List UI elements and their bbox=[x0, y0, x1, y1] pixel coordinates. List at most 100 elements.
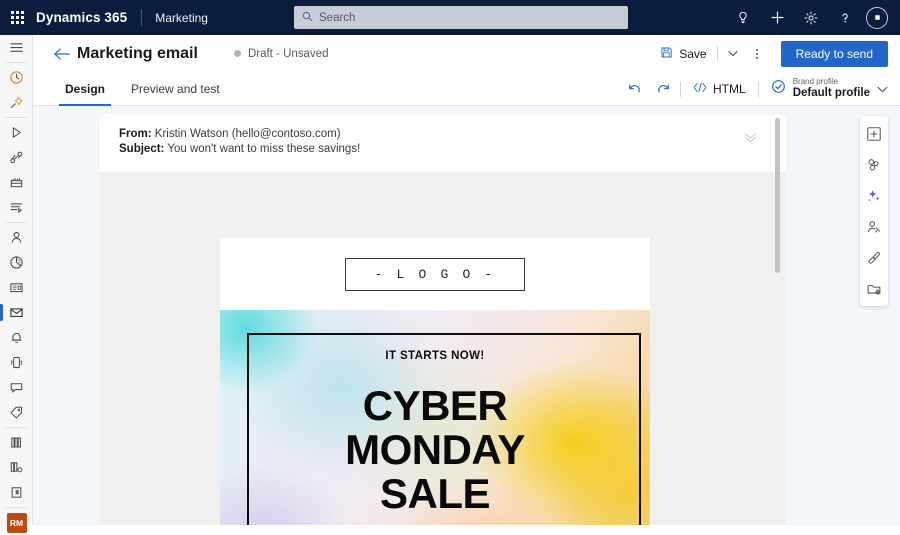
email-preview-body: - L O G O - IT STARTS NOW! CYBER MONDAY … bbox=[100, 172, 786, 525]
personalization-icon[interactable] bbox=[862, 215, 886, 238]
from-label: From: bbox=[119, 128, 152, 140]
ready-to-send-button[interactable]: Ready to send bbox=[780, 40, 888, 67]
brand-profile-chevron-down-icon[interactable] bbox=[877, 80, 888, 98]
left-nav-rail: RM bbox=[0, 35, 33, 533]
email-document[interactable]: - L O G O - IT STARTS NOW! CYBER MONDAY … bbox=[220, 238, 650, 525]
brand-profile-text: Brand profile Default profile bbox=[793, 78, 870, 99]
status-label: Draft - Unsaved bbox=[247, 47, 329, 60]
add-icon[interactable] bbox=[760, 0, 794, 35]
subject-value[interactable]: You won't want to miss these savings! bbox=[167, 143, 360, 155]
email-subject-line: Subject: You won't want to miss these sa… bbox=[119, 142, 786, 157]
email-from-line: From: Kristin Watson (hello@contoso.com) bbox=[119, 127, 786, 142]
sidebar-item-assets[interactable] bbox=[0, 170, 33, 195]
sidebar-item-journeys[interactable] bbox=[0, 120, 33, 145]
app-name-label[interactable]: Marketing bbox=[155, 11, 208, 25]
html-button[interactable]: HTML bbox=[684, 75, 755, 103]
expand-double-chevron-icon[interactable] bbox=[744, 132, 757, 146]
save-disk-icon bbox=[660, 46, 673, 61]
sidebar-item-push[interactable] bbox=[0, 325, 33, 350]
rail-avatar-initials: RM bbox=[6, 512, 27, 533]
save-divider bbox=[716, 46, 718, 61]
undo-icon[interactable] bbox=[621, 75, 649, 103]
sidebar-item-pinned[interactable] bbox=[0, 90, 33, 115]
hero-title-line-1: CYBER bbox=[362, 382, 508, 429]
sidebar-item-recent[interactable] bbox=[0, 65, 33, 90]
ai-sparkle-icon[interactable] bbox=[862, 184, 886, 207]
tab-preview-and-test[interactable]: Preview and test bbox=[125, 72, 226, 106]
search-icon bbox=[302, 11, 313, 25]
brand-profile-label: Brand profile bbox=[792, 77, 839, 87]
code-brackets-icon bbox=[693, 82, 707, 96]
command-bar: Marketing email Draft - Unsaved Save Rea… bbox=[33, 35, 900, 72]
suite-bar-actions bbox=[726, 0, 894, 35]
email-scrollbar-thumb[interactable] bbox=[775, 118, 780, 273]
sidebar-item-sms[interactable] bbox=[0, 350, 33, 375]
sidebar-item-forms[interactable] bbox=[0, 275, 33, 300]
hero-title-line-3: SALE bbox=[379, 470, 491, 518]
lightbulb-icon[interactable] bbox=[726, 0, 760, 35]
rail-divider-1 bbox=[5, 62, 27, 63]
app-launcher-waffle-icon[interactable] bbox=[0, 0, 34, 35]
email-logo-block[interactable]: - L O G O - bbox=[220, 238, 650, 310]
rail-divider-4 bbox=[5, 427, 27, 428]
save-chevron-down-icon[interactable] bbox=[721, 49, 745, 59]
help-icon[interactable] bbox=[828, 0, 862, 35]
editor-canvas: From: Kristin Watson (hello@contoso.com)… bbox=[33, 106, 900, 525]
brand-check-icon bbox=[771, 79, 786, 99]
hero-text-group: IT STARTS NOW! CYBER MONDAY SALE bbox=[220, 350, 650, 516]
search-placeholder: Search bbox=[319, 11, 356, 24]
brand-profile-value: Default profile bbox=[792, 87, 870, 100]
tab-design[interactable]: Design bbox=[59, 72, 112, 106]
sidebar-item-messages[interactable] bbox=[0, 375, 33, 400]
brand-title[interactable]: Dynamics 365 bbox=[36, 10, 127, 25]
more-commands-button[interactable] bbox=[745, 40, 769, 68]
toolbar-divider-2 bbox=[757, 81, 759, 97]
sidebar-item-library[interactable] bbox=[0, 430, 33, 455]
email-meta-header: From: Kristin Watson (hello@contoso.com)… bbox=[100, 115, 786, 172]
save-button[interactable]: Save bbox=[653, 40, 713, 68]
html-label: HTML bbox=[713, 82, 746, 96]
command-bar-actions: Save Ready to send bbox=[653, 35, 892, 72]
hero-kicker-text: IT STARTS NOW! bbox=[385, 350, 485, 362]
search-input[interactable]: Search bbox=[294, 6, 628, 29]
hero-title-line-2: MONDAY bbox=[345, 426, 525, 474]
email-scrollbar-track[interactable] bbox=[773, 115, 783, 525]
rail-divider-3 bbox=[5, 222, 27, 223]
page-title: Marketing email bbox=[77, 44, 198, 62]
brand-divider bbox=[141, 9, 143, 26]
email-logo-text: - L O G O - bbox=[345, 257, 525, 291]
sidebar-item-triggers[interactable] bbox=[0, 145, 33, 170]
sidebar-item-customers[interactable] bbox=[0, 225, 33, 250]
rail-divider-5 bbox=[5, 507, 27, 508]
brush-styles-icon[interactable] bbox=[862, 246, 886, 269]
sidebar-item-segments[interactable] bbox=[0, 195, 33, 220]
email-editor-shell: From: Kristin Watson (hello@contoso.com)… bbox=[100, 115, 786, 525]
sidebar-item-clipboard[interactable] bbox=[0, 480, 33, 505]
sidebar-item-emails[interactable] bbox=[0, 300, 33, 325]
redo-icon[interactable] bbox=[649, 75, 677, 103]
status-badge: Draft - Unsaved bbox=[233, 47, 329, 60]
rail-user-avatar[interactable]: RM bbox=[0, 510, 33, 535]
hero-title-text: CYBER MONDAY SALE bbox=[220, 382, 650, 518]
from-value[interactable]: Kristin Watson (hello@contoso.com) bbox=[155, 128, 341, 140]
editor-toolbar: Design Preview and test HTML Brand profi… bbox=[33, 72, 900, 106]
add-element-icon[interactable] bbox=[862, 122, 886, 145]
subject-label: Subject: bbox=[119, 142, 165, 155]
status-dot-icon bbox=[233, 50, 241, 57]
layout-blocks-icon[interactable] bbox=[862, 153, 886, 176]
assets-library-icon[interactable] bbox=[862, 277, 886, 300]
suite-bar: Dynamics 365 Marketing Search bbox=[0, 0, 900, 35]
email-hero-banner[interactable]: IT STARTS NOW! CYBER MONDAY SALE bbox=[220, 310, 650, 525]
sidebar-item-tags[interactable] bbox=[0, 400, 33, 425]
settings-gear-icon[interactable] bbox=[794, 0, 828, 35]
sidebar-item-templates[interactable] bbox=[0, 455, 33, 480]
rail-divider-2 bbox=[5, 117, 27, 118]
brand-profile-selector[interactable]: Brand profile Default profile bbox=[762, 74, 892, 104]
toolbar-actions: HTML Brand profile Default profile bbox=[621, 72, 892, 106]
toolbar-divider-1 bbox=[680, 81, 682, 97]
user-avatar[interactable] bbox=[866, 6, 888, 29]
save-label: Save bbox=[679, 46, 707, 61]
sidebar-item-menu[interactable] bbox=[0, 35, 33, 60]
sidebar-item-analytics[interactable] bbox=[0, 250, 33, 275]
right-tool-panel bbox=[860, 116, 888, 306]
